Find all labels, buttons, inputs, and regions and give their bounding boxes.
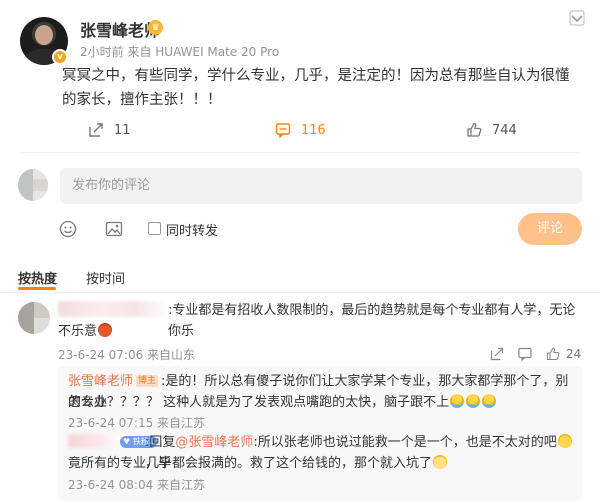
- reply2-meta: 23-6-24 08:04 来自江苏: [68, 478, 206, 492]
- repost-count: 11: [114, 122, 131, 138]
- reply2-text-b: 竟所有的专业几乎都会报满的。救了这个给钱的，那个就入坑了: [68, 456, 433, 471]
- comment-meta: 23-6-24 07:06 来自山东: [58, 348, 196, 362]
- more-icon[interactable]: [568, 10, 586, 28]
- comment-text-line1: :专业都是有招收人数限制的，最后的趋势就是每个专业都有人学，无论你乐: [168, 303, 576, 339]
- submit-comment-button[interactable]: 评论: [518, 213, 582, 245]
- reply-meta: 23-6-24 07:15 来自江苏: [68, 416, 206, 430]
- post-meta: 2小时前 来自 HUAWEI Mate 20 Pro: [80, 45, 280, 59]
- share-icon[interactable]: [489, 346, 505, 362]
- comment-text-tail: 不乐意: [58, 324, 98, 339]
- reply-text-b: 怎么办？？？？ 这种人就是为了发表观点嘴跑的太快，脑子跟不上: [68, 395, 450, 410]
- repost-icon: [88, 122, 104, 138]
- comment-count: 116: [301, 122, 326, 138]
- comment-button[interactable]: 116: [275, 122, 326, 138]
- like-button[interactable]: 744: [466, 122, 517, 138]
- avatar-block: [18, 302, 34, 334]
- like-icon[interactable]: [545, 346, 561, 362]
- reply-line2: 怎么办？？？？ 这种人就是为了发表观点嘴跑的太快，脑子跟不上: [68, 392, 578, 413]
- comment-input[interactable]: 发布你的评论: [60, 168, 582, 204]
- post-text: 冥冥之中，有些同学，学什么专业，几乎，是注定的！因为总有那些自认为很懂的家长，擅…: [62, 68, 570, 108]
- crown-icon: ♛: [148, 20, 163, 35]
- like-icon: [466, 122, 482, 138]
- reply-author[interactable]: 张雪峰老师: [68, 374, 133, 389]
- reply2-prefix: :回复: [145, 435, 176, 450]
- reply2-text-a: :所以张老师也说过能救一个是一个，也是不太对的吧: [253, 435, 557, 450]
- repost-checkbox[interactable]: [148, 222, 161, 235]
- commenter-name-blurred[interactable]: [58, 301, 168, 317]
- comment-icon: [275, 122, 291, 138]
- comment-actions: 24: [489, 346, 581, 362]
- reply2-line2: 竟所有的专业几乎都会报满的。救了这个给钱的，那个就入坑了: [68, 453, 578, 474]
- comment-like-count: 24: [566, 347, 582, 361]
- tab-hot[interactable]: 按热度: [18, 268, 57, 287]
- comment-text-line2: 不乐意: [58, 321, 113, 342]
- divider: [20, 152, 580, 153]
- my-avatar: [18, 169, 48, 201]
- commenter-avatar[interactable]: [18, 302, 50, 334]
- avatar-face: [35, 25, 53, 45]
- mention-link[interactable]: @张雪峰老师: [175, 435, 253, 450]
- shy-emoji-icon: [433, 455, 448, 469]
- emoji-icon[interactable]: [58, 219, 78, 239]
- crying-emoji-icon: [450, 394, 465, 408]
- divider: [0, 292, 600, 293]
- replier-name-blurred[interactable]: [68, 434, 124, 448]
- avatar-block: [33, 179, 48, 191]
- like-count: 744: [492, 122, 517, 138]
- repost-button[interactable]: 11: [88, 122, 131, 138]
- blogger-badge: 博主: [136, 375, 159, 387]
- image-icon[interactable]: [104, 219, 124, 239]
- verified-icon: v: [52, 49, 68, 65]
- repost-label: 同时转发: [166, 224, 219, 239]
- tab-time[interactable]: 按时间: [86, 268, 125, 287]
- crying-emoji-icon: [482, 394, 497, 408]
- crying-emoji-icon: [466, 394, 481, 408]
- sweat-emoji-icon: [557, 434, 572, 448]
- angry-emoji-icon: [98, 323, 113, 337]
- tab-indicator: [18, 287, 56, 290]
- reply-icon[interactable]: [517, 346, 533, 362]
- avatar-block: [34, 302, 50, 318]
- avatar-block: [18, 169, 33, 201]
